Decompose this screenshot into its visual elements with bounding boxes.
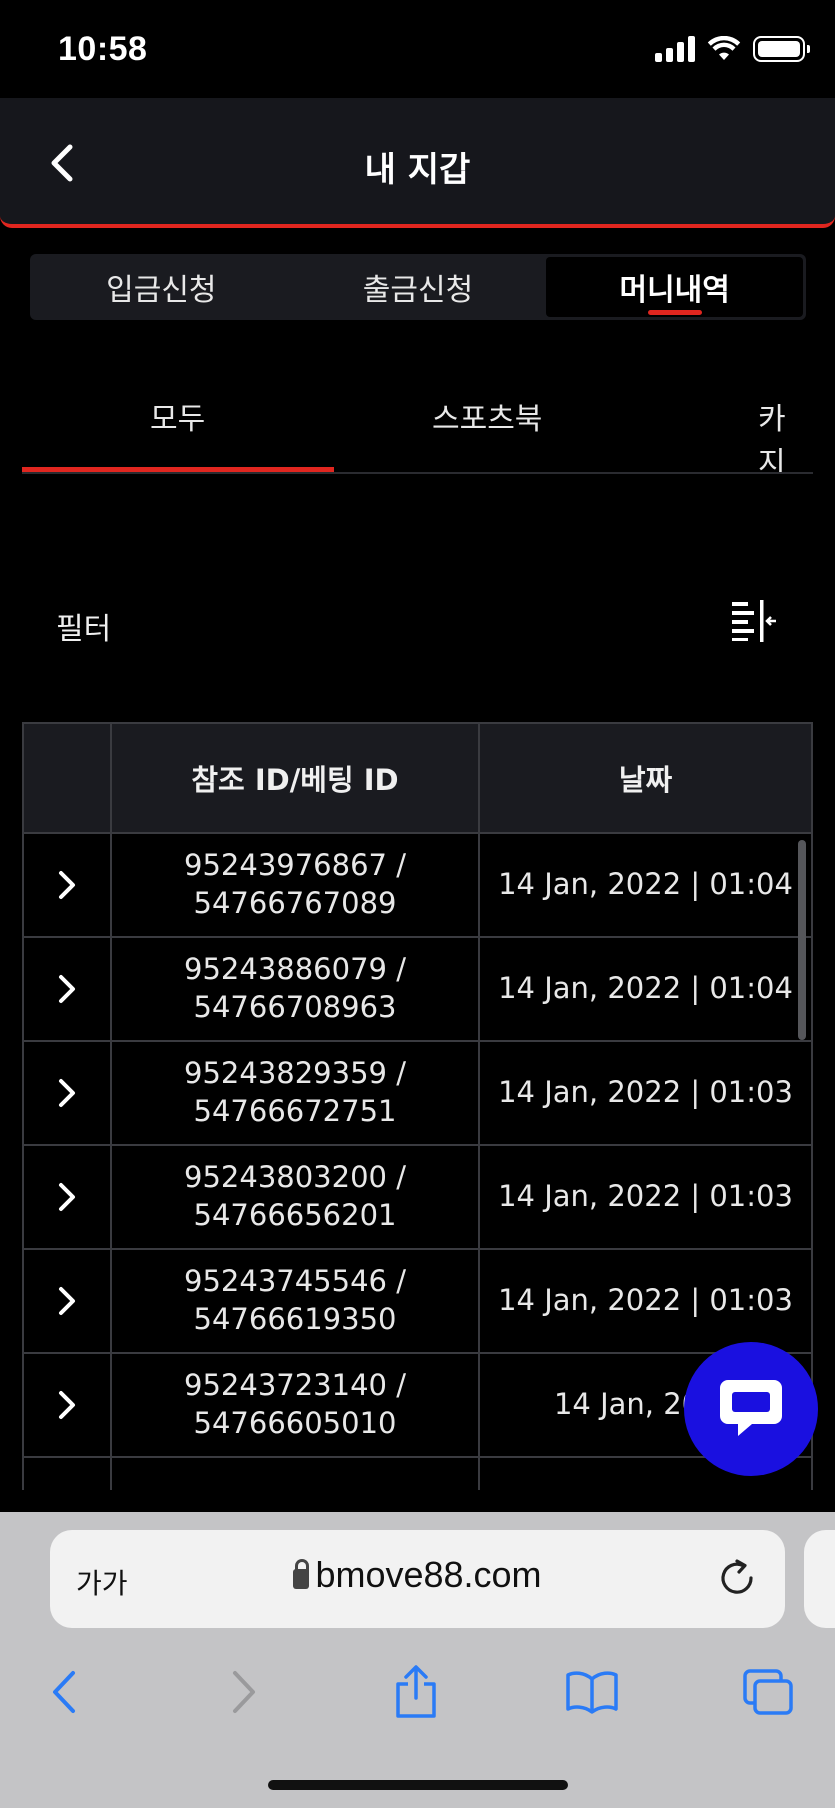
reference-bet-id-cell: 95243829359 /54766672751 (112, 1042, 480, 1144)
browser-back-button[interactable] (34, 1662, 94, 1722)
reference-id: 95243886079 / (184, 952, 406, 987)
tabs-icon (743, 1669, 793, 1715)
bet-id: 54766619350 (193, 1302, 397, 1336)
chat-bubble-icon (720, 1380, 782, 1436)
column-header-reference-id: 참조 ID/베팅 ID (112, 724, 480, 832)
tab-all[interactable]: 모두 (150, 394, 205, 438)
expand-row-button[interactable] (24, 938, 112, 1040)
tab-money-history[interactable]: 머니내역 (546, 257, 804, 317)
reference-id: 95243745546 / (184, 1264, 406, 1299)
date-cell: 14 Jan, 2022 | 01:03 (498, 1283, 793, 1318)
filter-sort-icon[interactable] (728, 598, 778, 644)
live-chat-button[interactable] (684, 1342, 818, 1476)
filter-label: 필터 (56, 612, 112, 647)
date-cell: 14 Jan, 2022 | 01:03 (498, 1075, 793, 1110)
table-row[interactable]: 95243886079 /54766708963 14 Jan, 2022 | … (24, 938, 811, 1042)
cellular-signal-icon (655, 36, 695, 62)
bet-id: 54766708963 (193, 990, 397, 1024)
address-bar[interactable]: 가가 bmove88.com (50, 1530, 785, 1628)
tab-withdraw-request[interactable]: 출금신청 (290, 257, 547, 317)
reference-id: 95243803200 / (184, 1160, 406, 1195)
status-icons (655, 36, 810, 62)
home-indicator (268, 1780, 568, 1790)
reference-id: 95243723140 / (184, 1368, 406, 1403)
wallet-segmented-tabs: 입금신청 출금신청 머니내역 (30, 254, 806, 320)
expand-row-button[interactable] (24, 1042, 112, 1144)
bet-id: 54766767089 (193, 886, 397, 920)
chevron-right-icon (59, 871, 75, 899)
chevron-right-icon (59, 1079, 75, 1107)
table-header: 참조 ID/베팅 ID 날짜 (24, 724, 811, 834)
bookmarks-button[interactable] (562, 1662, 622, 1722)
tab-deposit-request[interactable]: 입금신청 (33, 257, 290, 317)
browser-forward-button[interactable] (214, 1662, 274, 1722)
column-header-expand (24, 724, 112, 832)
expand-row-button[interactable] (24, 1458, 112, 1490)
tabs-button[interactable] (738, 1662, 798, 1722)
status-bar: 10:58 (0, 0, 835, 98)
table-row[interactable]: 95243976867 /54766767089 14 Jan, 2022 | … (24, 834, 811, 938)
chevron-right-icon (59, 1391, 75, 1419)
date-cell: 14 Jan, 2022 | 01:04 (498, 867, 793, 902)
table-row[interactable]: 95243829359 /54766672751 14 Jan, 2022 | … (24, 1042, 811, 1146)
table-row[interactable]: 95243803200 /54766656201 14 Jan, 2022 | … (24, 1146, 811, 1250)
category-tabs: 모두 스포츠북 카지 (22, 360, 813, 474)
expand-row-button[interactable] (24, 834, 112, 936)
reference-id: 95243976867 / (184, 848, 406, 883)
active-tab-indicator (22, 467, 334, 472)
chevron-right-icon (59, 1287, 75, 1315)
chevron-right-icon (59, 1183, 75, 1211)
reference-bet-id-cell: 95243886079 /54766708963 (112, 938, 480, 1040)
share-icon (396, 1665, 436, 1718)
page-title: 내 지갑 (364, 150, 471, 190)
table-scrollbar[interactable] (798, 840, 806, 1040)
reference-bet-id-cell: 95243976867 /54766767089 (112, 834, 480, 936)
chevron-right-icon (233, 1671, 255, 1713)
browser-chrome: 가가 bmove88.com (0, 1512, 835, 1808)
chevron-left-icon (53, 1671, 75, 1713)
book-icon (566, 1671, 618, 1714)
reference-bet-id-cell: 95243803200 /54766656201 (112, 1146, 480, 1248)
table-row[interactable]: 95243745546 /54766619350 14 Jan, 2022 | … (24, 1250, 811, 1354)
expand-row-button[interactable] (24, 1250, 112, 1352)
tab-casino[interactable]: 카지 (758, 394, 813, 472)
table-row[interactable]: 95243665564 / (24, 1458, 811, 1490)
url-field[interactable]: bmove88.com (50, 1554, 785, 1596)
app-header: 내 지갑 (0, 98, 835, 228)
reference-bet-id-cell: 95243745546 /54766619350 (112, 1250, 480, 1352)
tab-sportsbook[interactable]: 스포츠북 (432, 394, 542, 438)
expand-row-button[interactable] (24, 1354, 112, 1456)
bet-id: 54766672751 (193, 1094, 397, 1128)
bet-id: 54766656201 (193, 1198, 397, 1232)
browser-toolbar (0, 1648, 835, 1738)
bet-id: 54766605010 (193, 1406, 397, 1440)
reload-icon[interactable] (715, 1556, 759, 1600)
next-tab-preview[interactable] (804, 1530, 835, 1628)
status-time: 10:58 (58, 30, 148, 68)
reference-bet-id-cell: 95243665564 / (112, 1458, 480, 1490)
reference-id: 95243829359 / (184, 1056, 406, 1091)
expand-row-button[interactable] (24, 1146, 112, 1248)
share-button[interactable] (386, 1662, 446, 1722)
date-cell: 14 Jan, 2022 | 01:03 (498, 1179, 793, 1214)
battery-icon (753, 36, 810, 62)
date-cell: 14 Jan, 2022 | 01:04 (498, 971, 793, 1006)
column-header-date: 날짜 (618, 763, 673, 797)
chevron-right-icon (59, 975, 75, 1003)
wifi-icon (707, 36, 741, 60)
reference-bet-id-cell: 95243723140 /54766605010 (112, 1354, 480, 1456)
url-text: bmove88.com (315, 1554, 542, 1595)
lock-icon (293, 1559, 310, 1589)
